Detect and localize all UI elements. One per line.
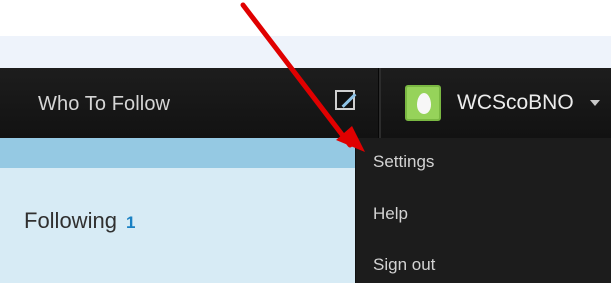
account-username[interactable]: WCScoBNO xyxy=(457,91,574,115)
top-navigation-bar: Who To Follow WCScoBNO xyxy=(0,68,611,138)
account-dropdown-menu: Settings Help Sign out xyxy=(356,138,611,283)
compose-pen-icon xyxy=(341,93,357,108)
egg-avatar-icon[interactable] xyxy=(405,85,441,121)
twitter-settings-screenshot: Who To Follow WCScoBNO Following 1 Settin… xyxy=(0,0,611,283)
who-to-follow-link[interactable]: Who To Follow xyxy=(38,92,170,116)
compose-icon[interactable] xyxy=(335,90,357,110)
following-label: Following xyxy=(24,208,117,233)
profile-header-strip xyxy=(0,138,356,168)
page-top-band xyxy=(0,36,611,68)
following-count: 1 xyxy=(125,213,136,232)
topbar-divider xyxy=(378,68,381,138)
settings-menu-item[interactable]: Settings xyxy=(373,152,434,172)
following-stat[interactable]: Following 1 xyxy=(24,208,135,236)
help-menu-item[interactable]: Help xyxy=(373,204,408,224)
egg-icon xyxy=(417,93,431,114)
chevron-down-icon[interactable] xyxy=(590,100,600,106)
sign-out-menu-item[interactable]: Sign out xyxy=(373,255,435,275)
